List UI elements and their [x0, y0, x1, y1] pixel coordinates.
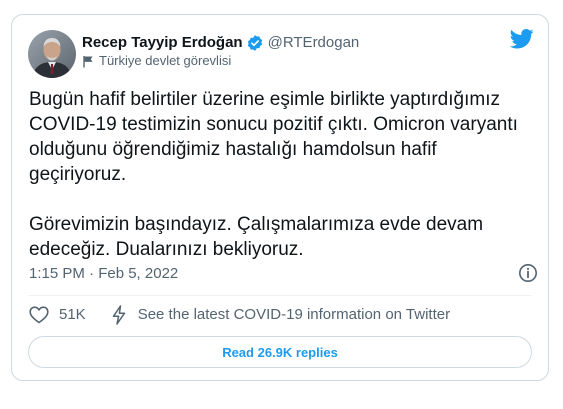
read-replies-button[interactable]: Read 26.9K replies	[28, 336, 532, 368]
tweet-paragraph: Bugün hafif belirtiler üzerine eşimle bi…	[29, 89, 518, 185]
author-row[interactable]: Recep Tayyip Erdoğan @RTErdogan	[82, 33, 359, 53]
covid-info-link[interactable]: See the latest COVID-19 information on T…	[112, 305, 450, 325]
like-count: 51K	[59, 306, 86, 323]
heart-icon	[29, 306, 49, 324]
avatar[interactable]	[28, 30, 76, 78]
twitter-bird-icon[interactable]	[510, 29, 534, 49]
avatar-image	[28, 30, 76, 78]
tweet-card[interactable]: Recep Tayyip Erdoğan @RTErdogan Türkiye …	[11, 14, 549, 381]
info-icon[interactable]	[518, 263, 538, 283]
verified-badge-icon	[246, 34, 264, 52]
author-display-name[interactable]: Recep Tayyip Erdoğan	[82, 33, 243, 53]
flag-icon	[82, 55, 94, 68]
tweet-paragraph: Görevimizin başındayız. Çalışmalarımıza …	[29, 214, 484, 260]
like-button[interactable]: 51K	[29, 305, 112, 325]
tweet-timestamp[interactable]: 1:15 PM · Feb 5, 2022	[29, 264, 178, 284]
action-bar: 51K See the latest COVID-19 information …	[29, 305, 450, 325]
covid-info-text: See the latest COVID-19 information on T…	[137, 306, 451, 323]
lightning-icon	[112, 305, 126, 325]
author-handle[interactable]: @RTErdogan	[268, 33, 360, 53]
government-label[interactable]: Türkiye devlet görevlisi	[82, 53, 231, 69]
government-label-text: Türkiye devlet görevlisi	[99, 53, 232, 68]
divider	[28, 295, 532, 296]
tweet-text: Bugün hafif belirtiler üzerine eşimle bi…	[29, 87, 534, 262]
